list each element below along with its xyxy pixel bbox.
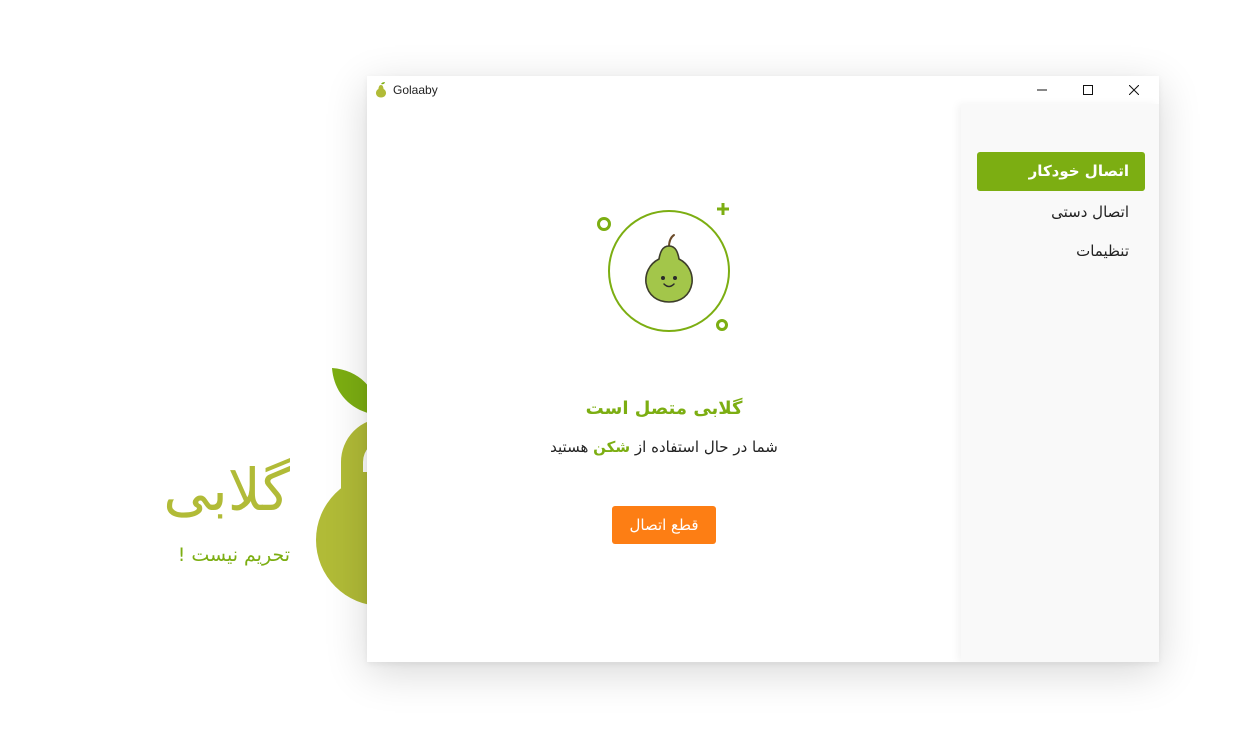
title-bar[interactable]: Golaaby [367, 76, 1159, 104]
pear-icon [375, 82, 387, 98]
minimize-button[interactable] [1019, 76, 1065, 104]
pear-face-icon [597, 203, 730, 332]
service-name-highlight: شکن [593, 438, 631, 456]
subtitle-text-end: هستید [550, 438, 589, 456]
sidebar-item-auto-connect[interactable]: اتصال خودکار [977, 152, 1145, 191]
connection-status-subtitle: شما در حال استفاده از شکن هستید [467, 435, 861, 459]
page: گلابی تحریم نیست ! Golaaby اتصال خودکار … [0, 0, 1248, 737]
connection-status-title: گلابی متصل است [585, 398, 743, 419]
app-window: Golaaby اتصال خودکار اتصال دستی تنظیمات … [367, 76, 1159, 662]
disconnect-button[interactable]: قطع اتصال [612, 506, 716, 544]
window-title: Golaaby [393, 83, 438, 97]
sidebar: اتصال خودکار اتصال دستی تنظیمات [961, 104, 1159, 662]
brand-tagline: تحریم نیست ! [177, 544, 290, 566]
close-button[interactable] [1111, 76, 1157, 104]
close-icon [1129, 85, 1139, 95]
brand-name: گلابی [163, 456, 290, 524]
maximize-icon [1083, 85, 1093, 95]
subtitle-text: شما در حال استفاده از [634, 438, 778, 456]
maximize-button[interactable] [1065, 76, 1111, 104]
sidebar-item-settings[interactable]: تنظیمات [977, 232, 1145, 271]
minimize-icon [1037, 89, 1047, 91]
sidebar-item-manual-connect[interactable]: اتصال دستی [977, 193, 1145, 232]
